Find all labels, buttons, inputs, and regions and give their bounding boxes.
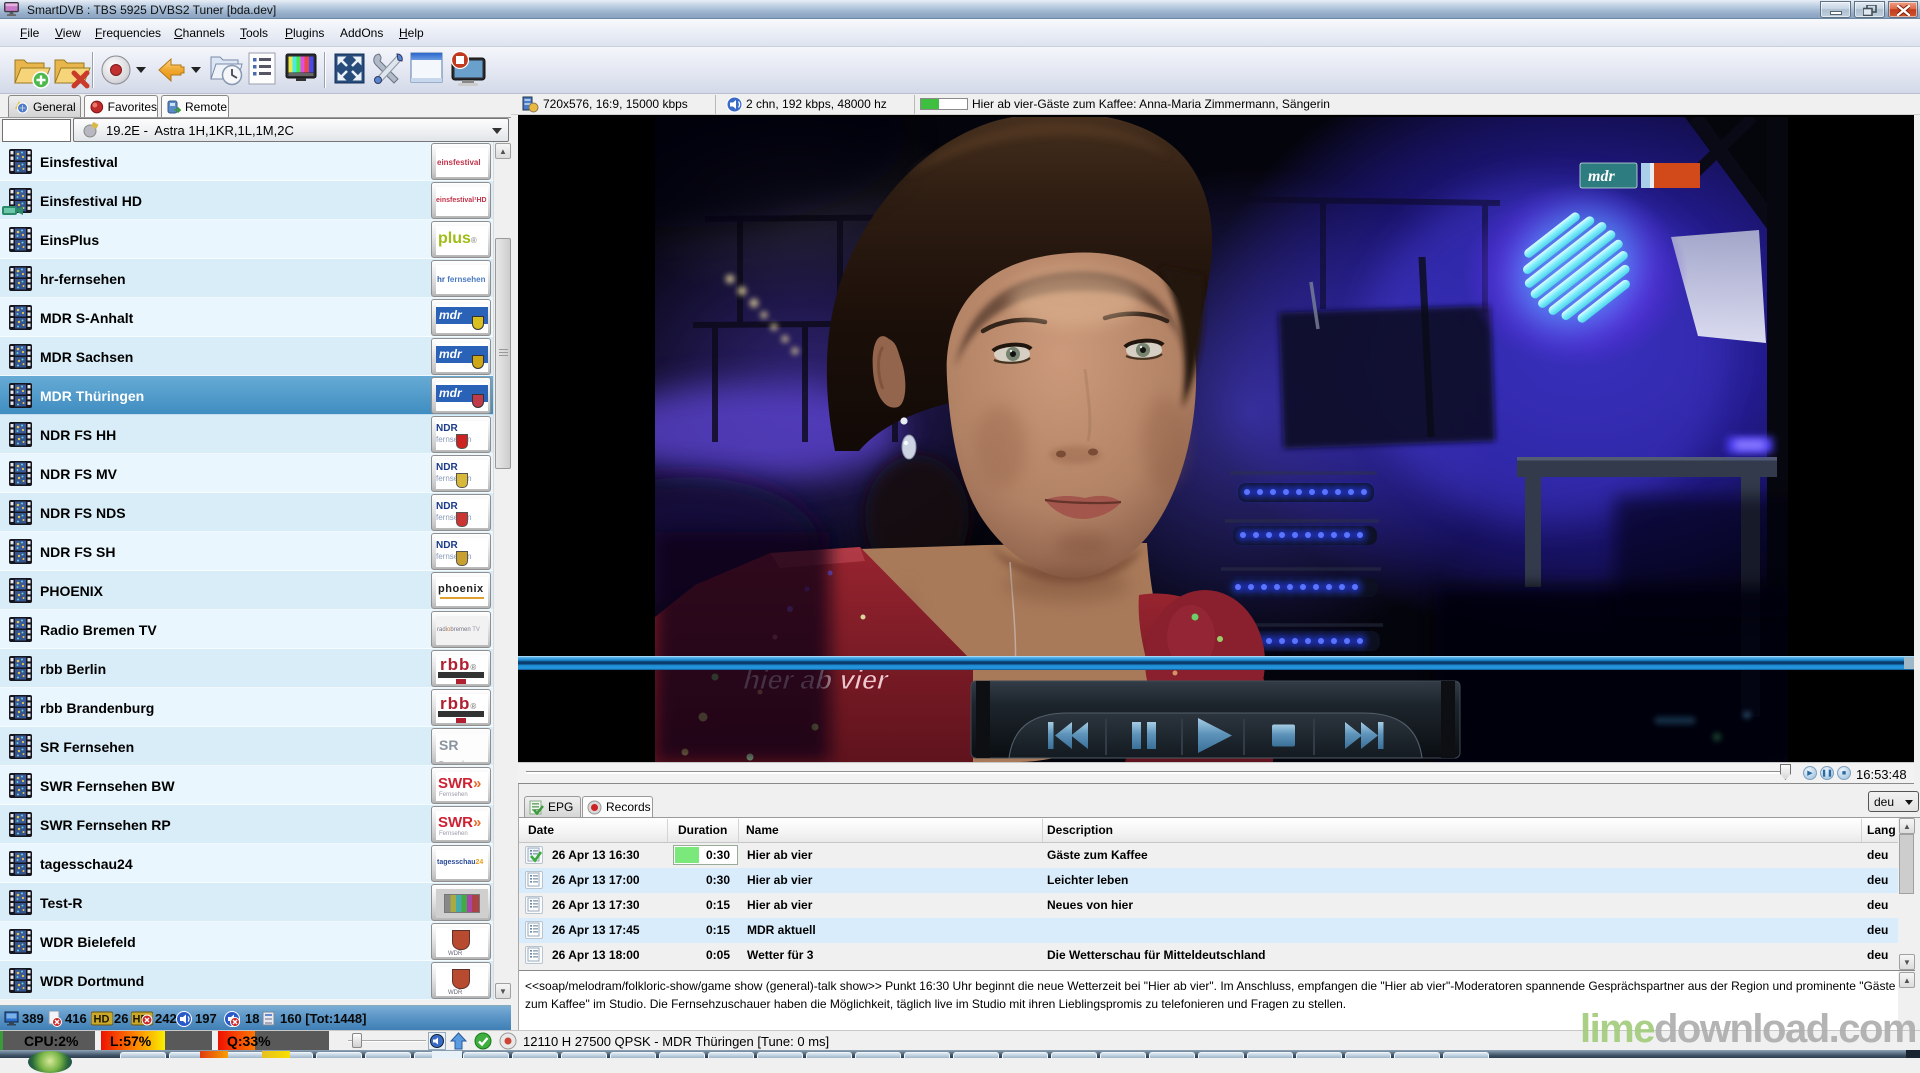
svg-text:HD: HD: [94, 1014, 110, 1026]
svg-text:mdr: mdr: [1588, 168, 1615, 185]
